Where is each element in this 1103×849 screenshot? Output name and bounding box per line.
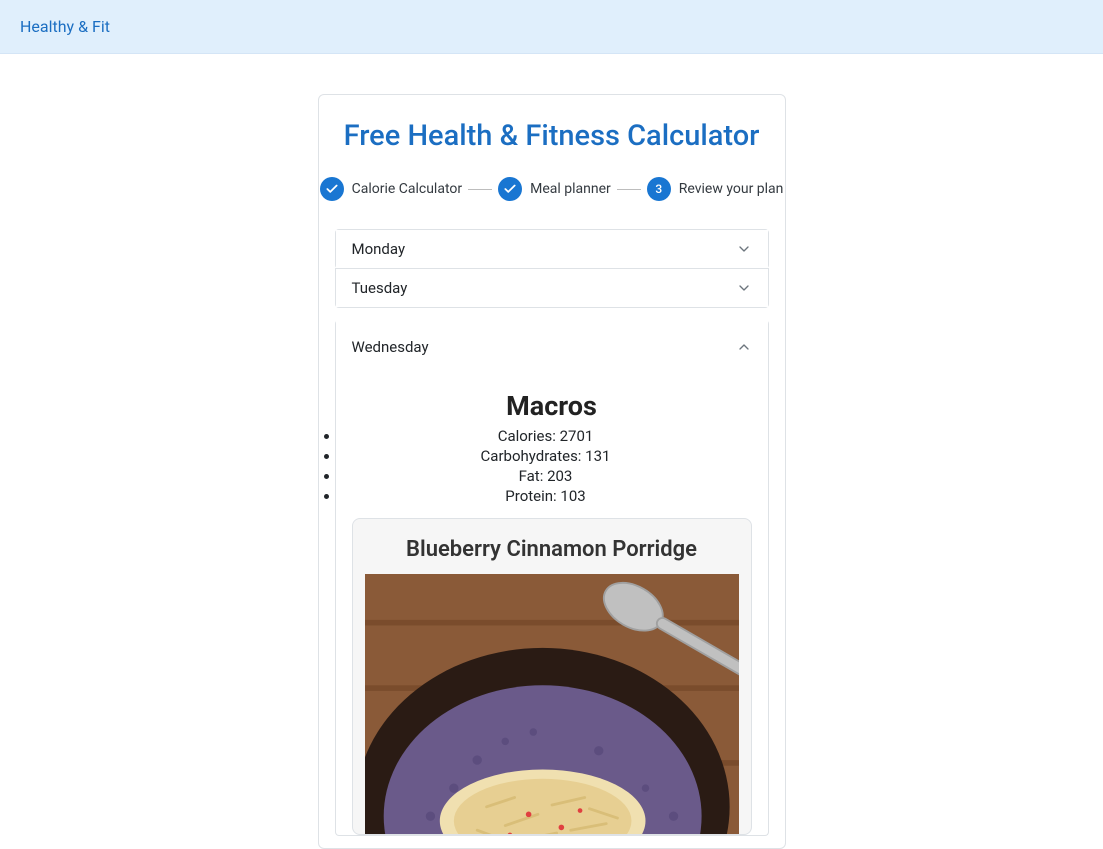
- accordion-tuesday: Tuesday: [335, 268, 769, 308]
- page-title: Free Health & Fitness Calculator: [335, 119, 769, 153]
- macro-fat: Fat: 203: [340, 466, 752, 486]
- main-card: Free Health & Fitness Calculator Calorie…: [318, 94, 786, 849]
- accordion-header-monday[interactable]: Monday: [336, 230, 768, 268]
- step-label: Review your plan: [679, 181, 784, 197]
- brand-link[interactable]: Healthy & Fit: [20, 17, 110, 36]
- step-label: Meal planner: [530, 181, 611, 197]
- accordion-label: Wednesday: [352, 338, 429, 356]
- accordion-header-tuesday[interactable]: Tuesday: [336, 269, 768, 307]
- accordion-monday: Monday: [335, 229, 769, 269]
- macro-carbs: Carbohydrates: 131: [340, 446, 752, 466]
- macros-list: Calories: 2701 Carbohydrates: 131 Fat: 2…: [352, 426, 752, 506]
- check-icon: [498, 177, 522, 201]
- meal-title: Blueberry Cinnamon Porridge: [365, 537, 739, 562]
- stepper: Calorie Calculator Meal planner 3 Review…: [335, 177, 769, 201]
- accordion-label: Monday: [352, 240, 406, 258]
- topbar: Healthy & Fit: [0, 0, 1103, 54]
- chevron-down-icon: [736, 241, 752, 257]
- check-icon: [320, 177, 344, 201]
- page: Free Health & Fitness Calculator Calorie…: [0, 54, 1103, 849]
- step-calorie-calculator[interactable]: Calorie Calculator: [320, 177, 463, 201]
- step-connector: [468, 189, 492, 190]
- step-meal-planner[interactable]: Meal planner: [498, 177, 611, 201]
- accordion-wednesday: Wednesday Macros Calories: 2701 Carbohyd…: [335, 320, 769, 836]
- step-number-icon: 3: [647, 177, 671, 201]
- chevron-up-icon: [736, 339, 752, 355]
- meal-image: [365, 574, 739, 834]
- macro-calories: Calories: 2701: [340, 426, 752, 446]
- step-connector: [617, 189, 641, 190]
- accordion-label: Tuesday: [352, 279, 408, 297]
- step-review-plan[interactable]: 3 Review your plan: [647, 177, 784, 201]
- macro-protein: Protein: 103: [340, 486, 752, 506]
- accordion-header-wednesday[interactable]: Wednesday: [336, 320, 768, 374]
- chevron-down-icon: [736, 280, 752, 296]
- accordion-body-wednesday: Macros Calories: 2701 Carbohydrates: 131…: [336, 374, 768, 835]
- macros-heading: Macros: [352, 390, 752, 422]
- step-label: Calorie Calculator: [352, 181, 463, 197]
- meal-card: Blueberry Cinnamon Porridge: [352, 518, 752, 835]
